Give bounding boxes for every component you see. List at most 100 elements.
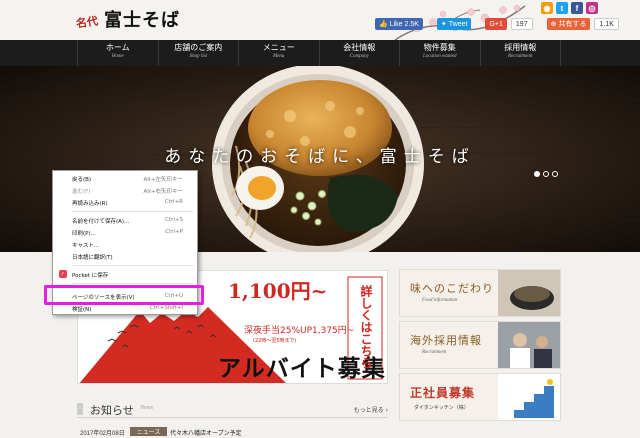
facebook-like-button[interactable]: 👍 Like 2.5K <box>375 18 423 30</box>
nav-sublabel: Recruitment <box>508 54 533 59</box>
news-marker-icon <box>77 403 83 415</box>
side-card-subtitle: Recruitment <box>422 350 447 355</box>
menu-separator <box>72 211 193 212</box>
nav-label: 採用情報 <box>504 43 537 52</box>
menu-item-label: 戻る(B) <box>72 177 92 183</box>
slider-dot[interactable] <box>552 171 558 177</box>
menu-item-shortcut: Ctrl+Shift+I <box>149 305 183 311</box>
news-title: お知らせ <box>90 404 134 417</box>
twitter-bird-icon: ✦ <box>440 21 447 28</box>
main-nav: ホーム Home 店舗のご案内 Shop list メニュー Menu 会社情報… <box>0 40 640 66</box>
menu-item-label: 名前を付けて保存(A)... <box>72 219 130 225</box>
menu-item-label: 進む(F) <box>72 189 91 195</box>
nav-label: ホーム <box>105 43 130 52</box>
tweet-label: Tweet <box>448 20 468 28</box>
gplus-button[interactable]: G+1 <box>485 18 507 30</box>
twitter-icon[interactable]: t <box>556 2 568 14</box>
slider-dots <box>534 171 558 177</box>
hatena-label: 共有する <box>558 21 587 28</box>
news-category-badge: ニュース <box>130 427 167 436</box>
menu-separator <box>72 283 193 284</box>
side-card-subtitle: ダイタンキッチン（株） <box>414 406 469 411</box>
soba-photo <box>498 270 560 316</box>
site-header: 名代 富士そば ◉ t f ◎ 👍 Like 2.5K ✦ Tweet G+1 … <box>0 0 640 40</box>
menu-item-label: Pocket に保存 <box>72 273 109 279</box>
news-header: お知らせ News もっと見る › <box>77 398 388 418</box>
news-title-en: News <box>140 405 154 411</box>
nav-label: 店舗のご案内 <box>174 43 223 52</box>
menu-separator <box>72 265 193 266</box>
logo-prefix: 名代 <box>75 14 99 31</box>
menu-item-label: 検証(N) <box>72 307 92 313</box>
menu-item-shortcut: Alt+右矢印キー <box>143 189 183 195</box>
menu-item-shortcut: Ctrl+R <box>164 199 183 205</box>
menu-item-label: キャスト... <box>72 243 100 249</box>
share-buttons: 👍 Like 2.5K ✦ Tweet G+1 197 ⊕ 共有する 1.1K <box>375 18 619 30</box>
hatena-share-button[interactable]: ⊕ 共有する <box>546 18 591 30</box>
nav-sublabel: Shop list <box>189 54 207 59</box>
nav-item-home[interactable]: ホーム Home <box>77 40 158 66</box>
context-menu-item-reload[interactable]: 再読み込み(R) Ctrl+R <box>53 197 197 207</box>
nav-sublabel: Home <box>111 54 124 59</box>
news-more-link[interactable]: もっと見る › <box>354 405 388 414</box>
menu-item-label: 印刷(P)... <box>72 231 96 237</box>
thumbs-up-icon: 👍 <box>379 21 388 28</box>
slider-dot[interactable] <box>534 171 540 177</box>
site-logo[interactable]: 名代 富士そば <box>75 6 180 32</box>
gplus-count: 197 <box>510 18 533 30</box>
hatena-count: 1.1K <box>594 18 619 30</box>
banner-night-note: (22時～翌5時まで) <box>253 338 297 344</box>
nav-sublabel: Menu <box>273 54 285 59</box>
side-card-title: 正社員募集 <box>410 386 476 400</box>
context-menu-item-translate[interactable]: 日本語に翻訳(T) <box>53 251 197 261</box>
news-more-label: もっと見る <box>353 407 384 414</box>
nav-sublabel: Company <box>349 54 369 59</box>
nav-label: 物件募集 <box>423 43 456 52</box>
menu-item-shortcut: Alt+左矢印キー <box>143 177 183 183</box>
pocket-icon: ✓ <box>59 270 67 278</box>
side-card-subtitle: Food information <box>422 298 458 303</box>
nav-item-menu[interactable]: メニュー Menu <box>238 40 319 66</box>
view-source-highlight <box>44 285 204 305</box>
news-item[interactable]: 2017年02月08日 ニュース 代々木八幡店オープン予定 <box>77 426 388 438</box>
share-icon: ⊕ <box>550 21 557 28</box>
nav-label: 会社情報 <box>343 43 376 52</box>
tweet-button[interactable]: ✦ Tweet <box>436 18 472 30</box>
nav-label: メニュー <box>262 43 295 52</box>
menu-item-label: 再読み込み(R) <box>72 201 108 207</box>
logo-main: 富士そば <box>104 10 180 31</box>
rss-icon[interactable]: ◉ <box>541 2 553 14</box>
social-icons: ◉ t f ◎ <box>541 2 598 14</box>
side-card-taste[interactable]: 味へのこだわり Food information <box>399 269 561 317</box>
facebook-icon[interactable]: f <box>571 2 583 14</box>
nav-item-recruitment[interactable]: 採用情報 Recruitment <box>479 40 561 66</box>
context-menu-item-back[interactable]: 戻る(B) Alt+左矢印キー <box>53 173 197 183</box>
context-menu-item-save-as[interactable]: 名前を付けて保存(A)... Ctrl+S <box>53 215 197 225</box>
like-label: Like 2.5K <box>389 20 419 28</box>
nav-item-location-wanted[interactable]: 物件募集 Location wanted <box>399 40 480 66</box>
context-menu-item-print[interactable]: 印刷(P)... Ctrl+P <box>53 227 197 237</box>
banner-details-link[interactable]: 詳しくはこちら <box>354 285 378 369</box>
side-card-title: 味へのこだわり <box>410 282 494 295</box>
nav-item-company[interactable]: 会社情報 Company <box>318 40 400 66</box>
banner-night-wage: 深夜手当25%UP1,375円~ <box>244 326 355 336</box>
menu-item-label: 日本語に翻訳(T) <box>72 255 113 261</box>
context-menu-item-forward[interactable]: 進む(F) Alt+右矢印キー <box>53 185 197 195</box>
nav-sublabel: Location wanted <box>423 54 457 59</box>
nav-item-shop-list[interactable]: 店舗のご案内 Shop list <box>157 40 239 66</box>
hero-tagline: あなたのおそばに、富士そば <box>164 147 476 167</box>
context-menu-item-cast[interactable]: キャスト... <box>53 239 197 249</box>
banner-wage: 1,100円~ <box>228 279 328 303</box>
side-card-fulltime[interactable]: 正社員募集 ダイタンキッチン（株） <box>399 373 561 421</box>
career-stairs-illustration <box>498 374 560 420</box>
menu-item-shortcut: Ctrl+P <box>165 229 183 235</box>
context-menu-item-pocket[interactable]: ✓ Pocket に保存 <box>53 269 197 279</box>
side-card-overseas[interactable]: 海外採用情報 Recruitment <box>399 321 561 369</box>
chevron-right-icon: › <box>385 407 388 414</box>
news-date: 2017年02月08日 <box>80 431 125 437</box>
staff-photo <box>498 322 560 368</box>
slider-dot[interactable] <box>543 171 549 177</box>
gplus-label: G+1 <box>489 20 503 28</box>
instagram-icon[interactable]: ◎ <box>586 2 598 14</box>
side-card-title: 海外採用情報 <box>410 334 482 347</box>
